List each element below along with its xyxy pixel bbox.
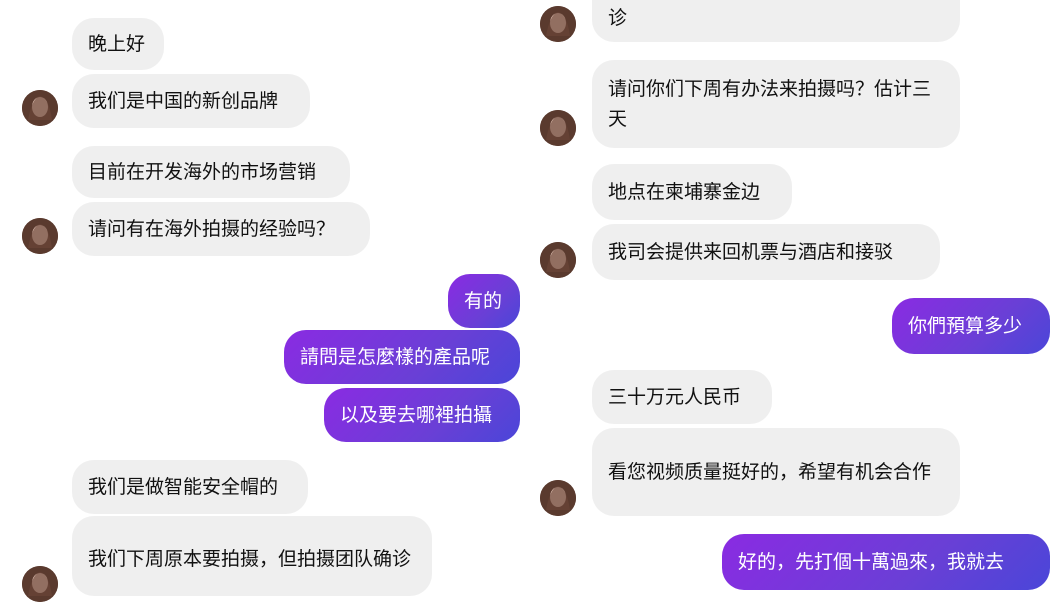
avatar-icon[interactable] — [22, 90, 58, 126]
avatar-icon[interactable] — [540, 6, 576, 42]
message-bubble-incoming: 我司会提供来回机票与酒店和接驳 — [592, 224, 940, 280]
avatar-icon[interactable] — [540, 110, 576, 146]
message-bubble-incoming: 诊 — [592, 0, 960, 42]
message-bubble-outgoing: 請問是怎麼樣的產品呢 — [284, 330, 520, 384]
message-bubble-incoming: 三十万元人民币 — [592, 370, 772, 424]
message-bubble-incoming: 看您视频质量挺好的，希望有机会合作 — [592, 428, 960, 516]
message-bubble-outgoing: 有的 — [448, 274, 520, 328]
avatar-icon[interactable] — [22, 566, 58, 602]
message-bubble-incoming: 目前在开发海外的市场营销 — [72, 146, 350, 198]
avatar-icon[interactable] — [540, 242, 576, 278]
message-bubble-incoming: 地点在柬埔寨金边 — [592, 164, 792, 220]
message-bubble-incoming: 我们是做智能安全帽的 — [72, 460, 308, 514]
message-bubble-outgoing: 你們預算多少 — [892, 298, 1050, 354]
message-bubble-outgoing: 以及要去哪裡拍攝 — [324, 388, 520, 442]
message-bubble-incoming: 晚上好 — [72, 18, 164, 70]
message-bubble-incoming: 请问你们下周有办法来拍摄吗？估计三天 — [592, 60, 960, 148]
message-bubble-outgoing: 好的，先打個十萬過來，我就去 — [722, 534, 1050, 590]
message-bubble-incoming: 我们是中国的新创品牌 — [72, 74, 310, 128]
message-bubble-incoming: 我们下周原本要拍摄，但拍摄团队确诊 — [72, 516, 432, 596]
avatar-icon[interactable] — [22, 218, 58, 254]
avatar-icon[interactable] — [540, 480, 576, 516]
message-bubble-incoming: 请问有在海外拍摄的经验吗？ — [72, 202, 370, 256]
